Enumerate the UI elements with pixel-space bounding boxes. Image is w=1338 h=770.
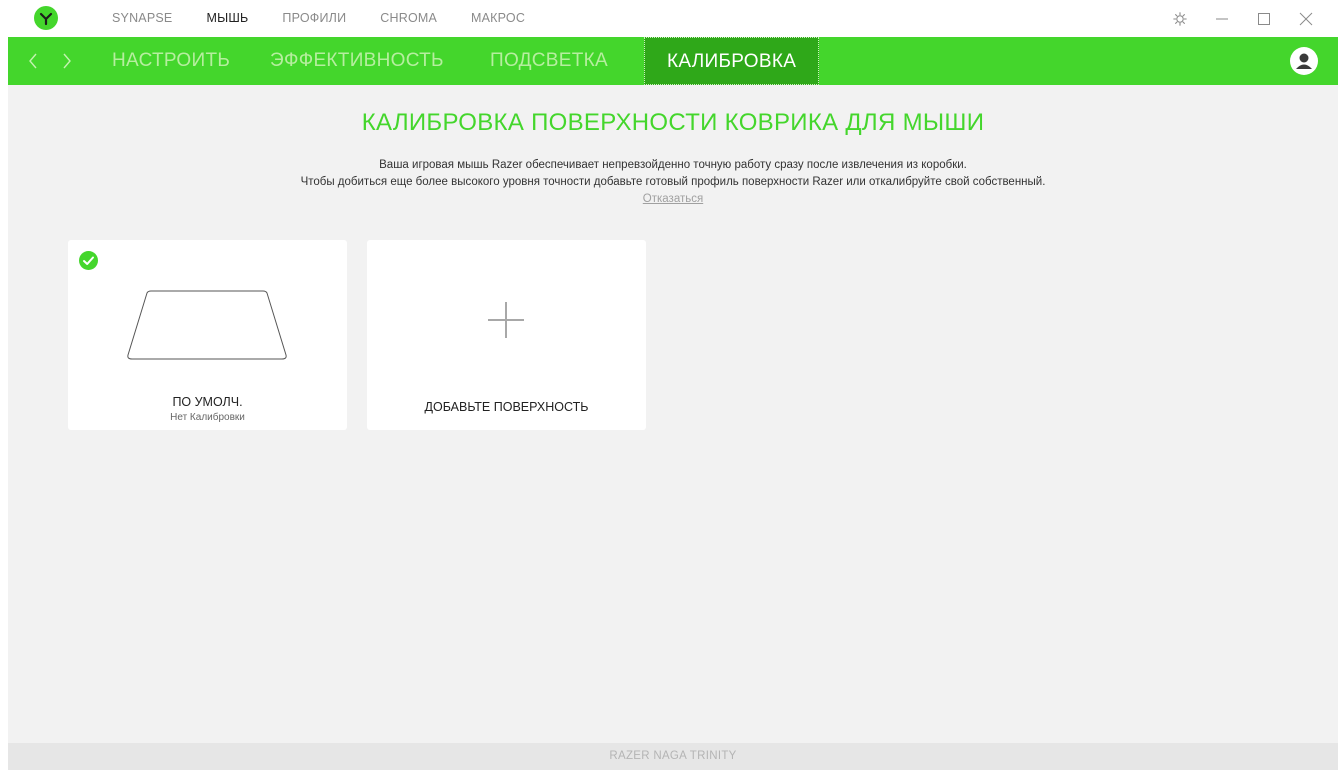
close-icon[interactable] [1288, 0, 1324, 37]
card-subtitle: Нет Калибровки [170, 412, 245, 423]
main-content: КАЛИБРОВКА ПОВЕРХНОСТИ КОВРИКА ДЛЯ МЫШИ … [8, 85, 1338, 743]
surface-card-default[interactable]: ПО УМОЛЧ. Нет Калибровки [68, 240, 347, 430]
topnav-item-mouse[interactable]: МЫШЬ [206, 0, 248, 37]
check-icon [79, 251, 98, 270]
decline-link[interactable]: Отказаться [643, 193, 703, 205]
topnav-item-profiles[interactable]: ПРОФИЛИ [282, 0, 346, 37]
description-line-2: Чтобы добиться еще более высокого уровня… [300, 176, 1046, 188]
tab-performance[interactable]: ЭФФЕКТИВНОСТЬ [270, 37, 444, 85]
user-avatar-icon[interactable] [1290, 47, 1318, 75]
chevron-left-icon[interactable] [20, 37, 46, 85]
app-window: SYNAPSE МЫШЬ ПРОФИЛИ CHROMA МАКРОС НАСТР… [8, 0, 1338, 770]
minimize-icon[interactable] [1204, 0, 1240, 37]
mousepad-icon [123, 288, 291, 369]
razer-logo-icon[interactable] [34, 6, 58, 30]
top-navigation: SYNAPSE МЫШЬ ПРОФИЛИ CHROMA МАКРОС [112, 0, 559, 37]
tab-calibration[interactable]: КАЛИБРОВКА [644, 37, 820, 85]
topnav-item-synapse[interactable]: SYNAPSE [112, 0, 172, 37]
page-title: КАЛИБРОВКА ПОВЕРХНОСТИ КОВРИКА ДЛЯ МЫШИ [361, 109, 985, 136]
tab-lighting[interactable]: ПОДСВЕТКА [490, 37, 608, 85]
tab-bar: НАСТРОИТЬ ЭФФЕКТИВНОСТЬ ПОДСВЕТКА КАЛИБР… [8, 37, 1338, 85]
chevron-right-icon[interactable] [54, 37, 80, 85]
plus-icon [486, 300, 526, 345]
gear-icon[interactable] [1162, 0, 1198, 37]
card-title: ПО УМОЛЧ. [172, 395, 243, 409]
device-name-footer: RAZER NAGA TRINITY [8, 743, 1338, 770]
title-bar: SYNAPSE МЫШЬ ПРОФИЛИ CHROMA МАКРОС [8, 0, 1338, 37]
card-title: ДОБАВЬТЕ ПОВЕРХНОСТЬ [424, 400, 589, 414]
add-surface-card[interactable]: ДОБАВЬТЕ ПОВЕРХНОСТЬ [367, 240, 646, 430]
description-line-1: Ваша игровая мышь Razer обеспечивает неп… [379, 159, 967, 171]
topnav-item-macro[interactable]: МАКРОС [471, 0, 525, 37]
decline-row: Отказаться [8, 193, 1338, 205]
topnav-item-chroma[interactable]: CHROMA [380, 0, 437, 37]
tab-customize[interactable]: НАСТРОИТЬ [112, 37, 230, 85]
maximize-icon[interactable] [1246, 0, 1282, 37]
